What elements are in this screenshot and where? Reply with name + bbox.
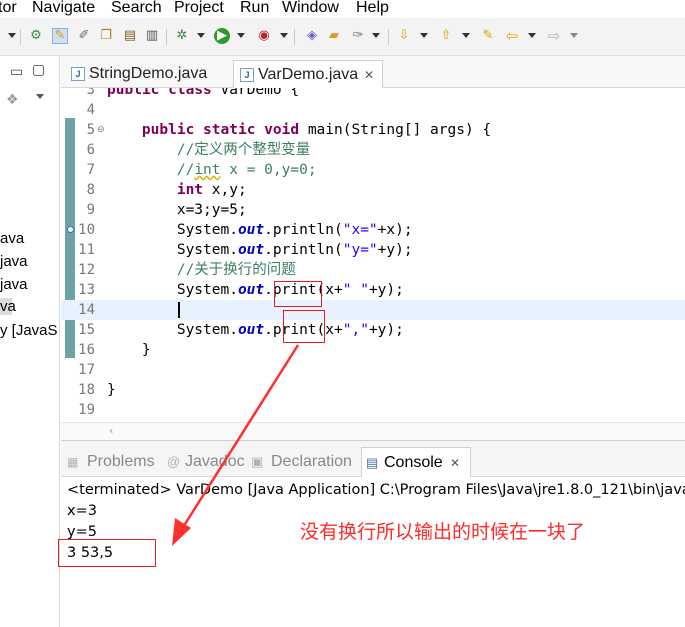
annotation-text: 没有换行所以输出的时候在一块了 <box>300 521 586 543</box>
